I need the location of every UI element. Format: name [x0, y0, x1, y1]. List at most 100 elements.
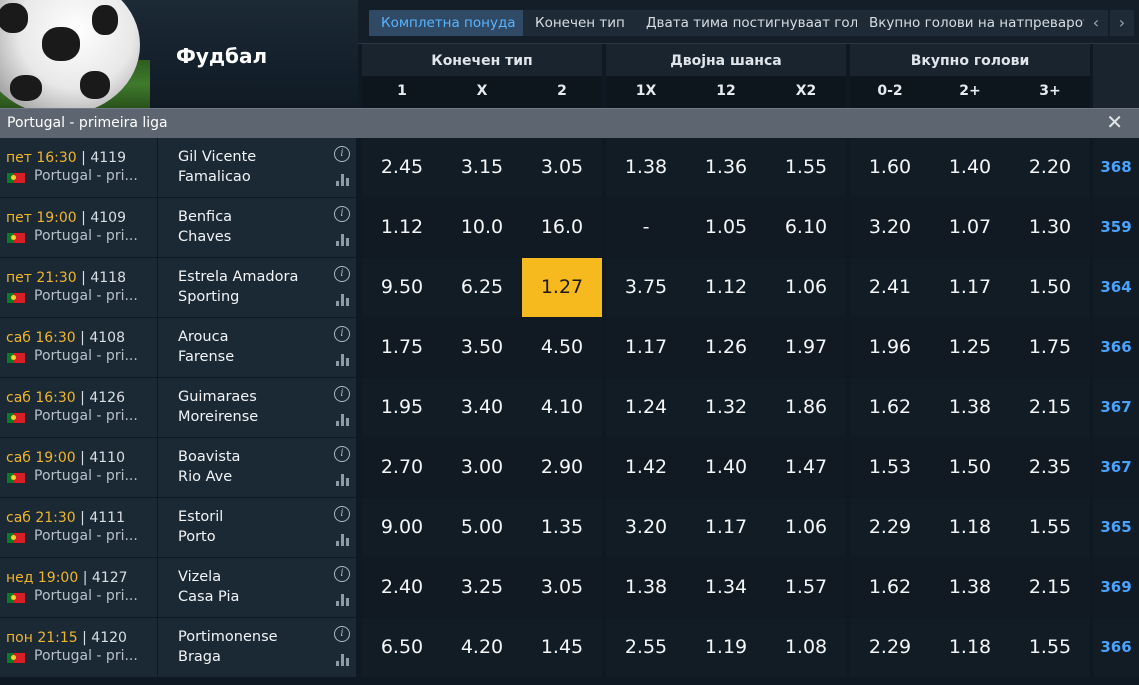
odds-cell[interactable]: 1.12	[686, 258, 766, 317]
odds-cell[interactable]: 9.50	[362, 258, 442, 317]
close-icon[interactable]: ✕	[1106, 112, 1123, 132]
info-icon[interactable]: i	[334, 566, 350, 582]
odds-cell[interactable]: 1.38	[930, 378, 1010, 437]
odds-cell[interactable]: 1.17	[606, 318, 686, 377]
odds-cell[interactable]: 1.18	[930, 498, 1010, 557]
odds-cell[interactable]: 1.07	[930, 198, 1010, 257]
odds-cell[interactable]: 2.15	[1010, 378, 1090, 437]
odds-cell[interactable]: 3.00	[442, 438, 522, 497]
odds-cell[interactable]: 1.17	[686, 498, 766, 557]
odds-cell[interactable]: 2.90	[522, 438, 602, 497]
stats-icon[interactable]	[336, 354, 350, 366]
info-icon[interactable]: i	[334, 446, 350, 462]
odds-cell[interactable]: 1.08	[766, 618, 846, 677]
more-markets-link[interactable]: 365	[1093, 498, 1139, 557]
stats-icon[interactable]	[336, 234, 350, 246]
match-info[interactable]: саб 19:00 | 4110 Portugal - pri...	[0, 438, 157, 497]
odds-cell[interactable]: 1.36	[686, 138, 766, 197]
odds-cell[interactable]: 3.75	[606, 258, 686, 317]
odds-cell[interactable]: 2.45	[362, 138, 442, 197]
odds-cell[interactable]: 2.35	[1010, 438, 1090, 497]
odds-cell[interactable]: 1.40	[686, 438, 766, 497]
info-icon[interactable]: i	[334, 266, 350, 282]
odds-cell[interactable]: 1.95	[362, 378, 442, 437]
match-info[interactable]: саб 16:30 | 4108 Portugal - pri...	[0, 318, 157, 377]
match-teams[interactable]: Guimaraes Moreirense i	[158, 378, 356, 437]
odds-cell[interactable]: 1.06	[766, 498, 846, 557]
odds-cell[interactable]: 1.12	[362, 198, 442, 257]
tab-total-goals[interactable]: Вкупно голови на натпреварот	[857, 10, 1105, 36]
odds-cell[interactable]: 1.17	[930, 258, 1010, 317]
match-info[interactable]: саб 16:30 | 4126 Portugal - pri...	[0, 378, 157, 437]
odds-cell[interactable]: 1.38	[606, 558, 686, 617]
odds-cell[interactable]: 1.42	[606, 438, 686, 497]
odds-cell[interactable]: 2.20	[1010, 138, 1090, 197]
odds-cell[interactable]: 6.25	[442, 258, 522, 317]
odds-cell[interactable]: 1.50	[1010, 258, 1090, 317]
info-icon[interactable]: i	[334, 386, 350, 402]
stats-icon[interactable]	[336, 174, 350, 186]
odds-cell[interactable]: 1.19	[686, 618, 766, 677]
odds-cell[interactable]: 2.40	[362, 558, 442, 617]
tab-both-teams-score[interactable]: Двата тима постигнуваат гол	[634, 10, 876, 36]
info-icon[interactable]: i	[334, 206, 350, 222]
odds-cell[interactable]: 4.20	[442, 618, 522, 677]
odds-cell[interactable]: 1.38	[606, 138, 686, 197]
odds-cell[interactable]: 1.75	[1010, 318, 1090, 377]
match-teams[interactable]: Boavista Rio Ave i	[158, 438, 356, 497]
more-markets-link[interactable]: 366	[1093, 618, 1139, 677]
odds-cell[interactable]: 1.97	[766, 318, 846, 377]
stats-icon[interactable]	[336, 594, 350, 606]
odds-cell[interactable]: 1.96	[850, 318, 930, 377]
odds-cell[interactable]: 3.40	[442, 378, 522, 437]
odds-cell[interactable]: 1.62	[850, 558, 930, 617]
odds-cell[interactable]: 3.25	[442, 558, 522, 617]
odds-cell[interactable]: 3.50	[442, 318, 522, 377]
odds-cell[interactable]: 1.55	[1010, 498, 1090, 557]
odds-cell[interactable]: 2.29	[850, 498, 930, 557]
odds-cell[interactable]: 2.55	[606, 618, 686, 677]
more-markets-link[interactable]: 366	[1093, 318, 1139, 377]
more-markets-link[interactable]: 368	[1093, 138, 1139, 197]
odds-cell[interactable]: 3.15	[442, 138, 522, 197]
odds-cell[interactable]: 1.35	[522, 498, 602, 557]
match-teams[interactable]: Gil Vicente Famalicao i	[158, 138, 356, 197]
match-info[interactable]: пет 19:00 | 4109 Portugal - pri...	[0, 198, 157, 257]
odds-cell[interactable]: 4.50	[522, 318, 602, 377]
odds-cell[interactable]: 3.05	[522, 558, 602, 617]
odds-cell[interactable]: 1.38	[930, 558, 1010, 617]
match-teams[interactable]: Portimonense Braga i	[158, 618, 356, 677]
odds-cell[interactable]: 2.15	[1010, 558, 1090, 617]
odds-cell[interactable]: 1.05	[686, 198, 766, 257]
odds-cell[interactable]: 2.29	[850, 618, 930, 677]
odds-cell[interactable]: 3.05	[522, 138, 602, 197]
odds-cell[interactable]: 6.50	[362, 618, 442, 677]
more-markets-link[interactable]: 364	[1093, 258, 1139, 317]
odds-cell[interactable]: 1.24	[606, 378, 686, 437]
odds-cell[interactable]: 4.10	[522, 378, 602, 437]
match-teams[interactable]: Arouca Farense i	[158, 318, 356, 377]
more-markets-link[interactable]: 359	[1093, 198, 1139, 257]
odds-cell[interactable]: 1.47	[766, 438, 846, 497]
odds-cell[interactable]: 9.00	[362, 498, 442, 557]
odds-cell[interactable]: 1.26	[686, 318, 766, 377]
odds-cell[interactable]: 1.55	[1010, 618, 1090, 677]
tab-full-offer[interactable]: Комплетна понуда	[369, 10, 539, 36]
match-info[interactable]: пет 21:30 | 4118 Portugal - pri...	[0, 258, 157, 317]
odds-cell[interactable]: 3.20	[606, 498, 686, 557]
match-info[interactable]: нед 19:00 | 4127 Portugal - pri...	[0, 558, 157, 617]
info-icon[interactable]: i	[334, 326, 350, 342]
chevron-right-icon[interactable]: ›	[1110, 10, 1134, 36]
odds-cell[interactable]: 1.18	[930, 618, 1010, 677]
more-markets-link[interactable]: 367	[1093, 438, 1139, 497]
odds-cell[interactable]: 1.30	[1010, 198, 1090, 257]
odds-cell[interactable]: 1.60	[850, 138, 930, 197]
odds-cell[interactable]: 1.27	[522, 258, 602, 317]
odds-cell[interactable]: 10.0	[442, 198, 522, 257]
odds-cell[interactable]: 1.62	[850, 378, 930, 437]
stats-icon[interactable]	[336, 474, 350, 486]
odds-cell[interactable]: 1.57	[766, 558, 846, 617]
odds-cell[interactable]: 1.32	[686, 378, 766, 437]
stats-icon[interactable]	[336, 654, 350, 666]
stats-icon[interactable]	[336, 414, 350, 426]
